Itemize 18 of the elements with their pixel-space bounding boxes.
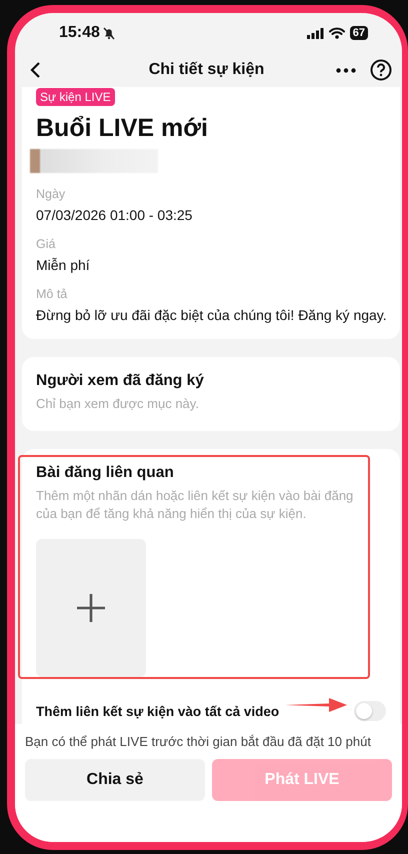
field-label: Mô tả — [36, 287, 68, 301]
start-note: Bạn có thể phát LIVE trước thời gian bắt đầu đã đặt 10 phút — [25, 734, 372, 749]
share-button[interactable]: Chia sẻ — [25, 759, 205, 801]
field-value: 07/03/2026 01:00 - 03:25 — [36, 207, 194, 223]
battery-level: 67 — [350, 26, 368, 40]
field-value: Miễn phí — [36, 257, 91, 273]
event-title: Buổi LIVE mới — [36, 114, 209, 143]
toggle-label: Thêm liên kết sự kiện vào tất cả video — [36, 704, 280, 718]
field-label: Giá — [36, 237, 56, 251]
event-tag: Sự kiện LIVE — [36, 88, 115, 106]
section-subtitle: Thêm một nhãn dán hoặc liên kết sự kiện vào bài đăng của bạn để tăng khả năng hiển thị của sự kiện. — [36, 487, 354, 523]
section-title: Bài đăng liên quan — [36, 464, 175, 482]
status-time: 15:48 — [59, 24, 100, 42]
field-label: Ngày — [36, 187, 66, 201]
section-subtitle: Chỉ bạn xem được mục này. — [36, 395, 200, 413]
field-value: Đừng bỏ lỡ ưu đãi đặc biệt của chúng tôi! Đăng ký ngay. — [36, 307, 386, 323]
page-title: Chi tiết sự kiện — [148, 61, 266, 79]
section-title: Người xem đã đăng ký — [36, 372, 205, 390]
